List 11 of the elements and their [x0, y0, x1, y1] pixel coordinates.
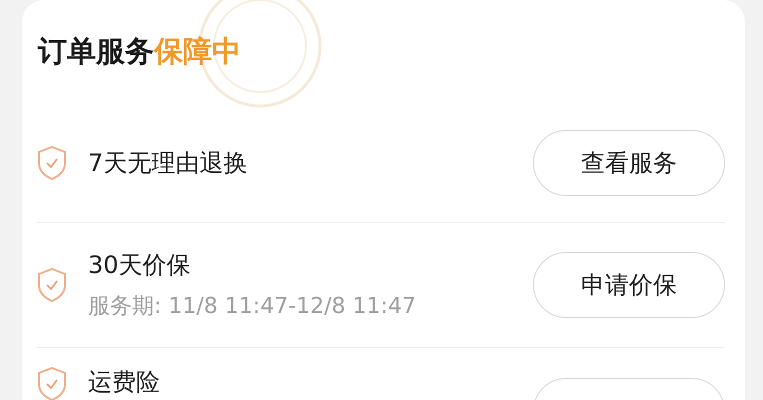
shield-check-icon [36, 366, 68, 400]
section-title: 订单服务 [38, 33, 154, 70]
service-period: 服务期: 11/8 11:47-12/8 11:47 [88, 293, 417, 321]
service-name: 7天无理由退换 [88, 148, 248, 179]
shield-check-icon [36, 145, 68, 181]
service-button[interactable]: 查看服务 [533, 130, 725, 196]
service-name: 30天价保 [88, 250, 192, 281]
service-button[interactable]: 申请价保 [533, 252, 725, 318]
shield-check-icon [36, 267, 68, 303]
status-label: 保障中 [154, 33, 241, 70]
service-name: 运费险 [88, 367, 161, 398]
